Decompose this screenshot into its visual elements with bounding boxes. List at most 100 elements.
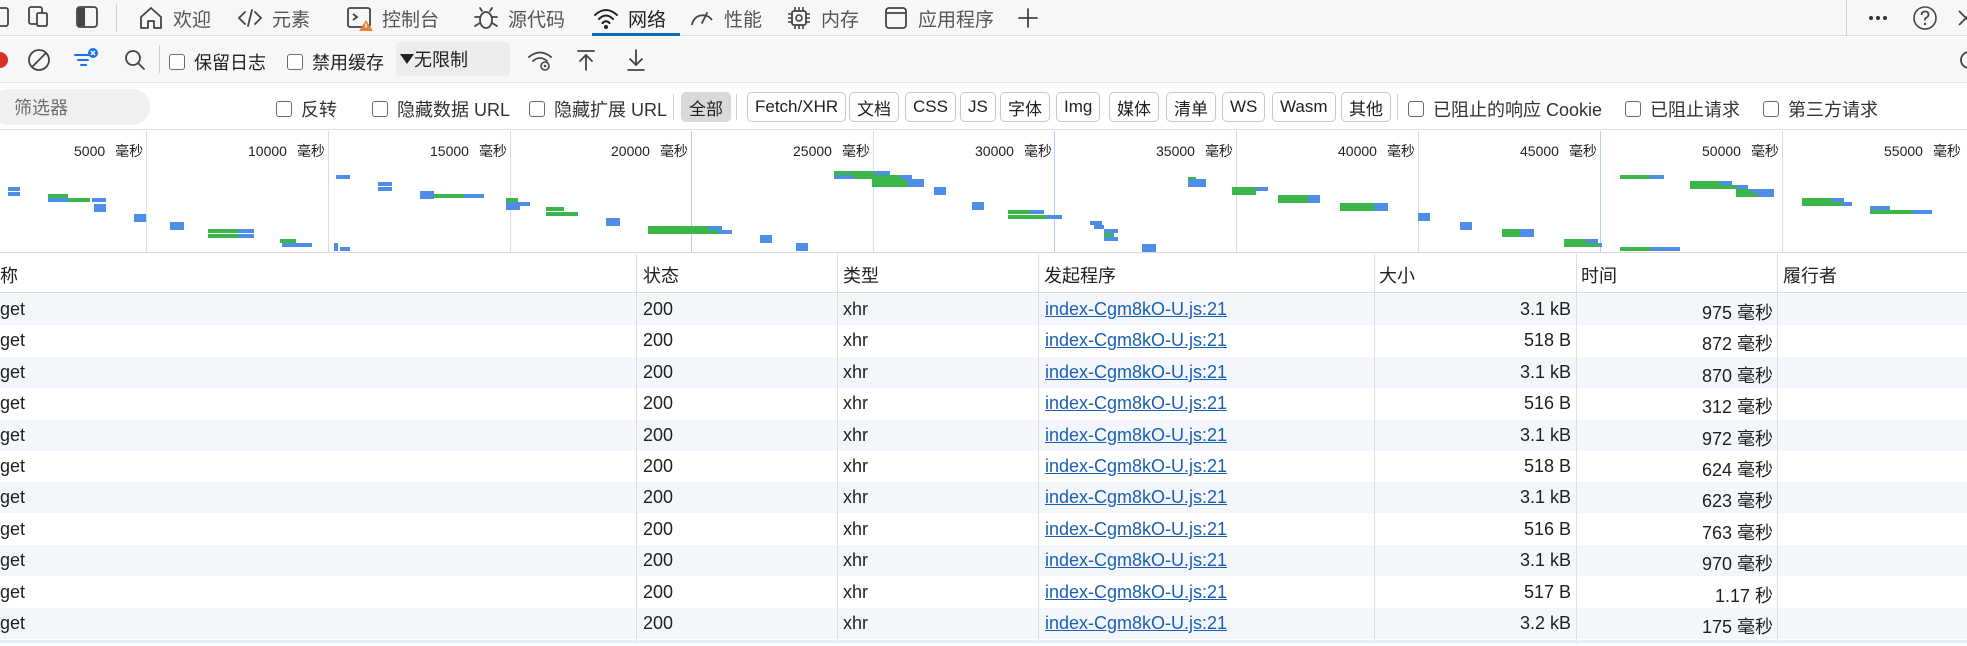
add-tab-icon[interactable] — [1014, 4, 1042, 32]
cell-initiator-link[interactable]: index-Cgm8kO-U.js:21 — [1045, 299, 1227, 320]
cell-initiator-link[interactable]: index-Cgm8kO-U.js:21 — [1045, 519, 1227, 540]
blocked-cookies-checkbox[interactable]: 已阻止的响应 Cookie — [1408, 96, 1602, 122]
cell-initiator-link[interactable]: index-Cgm8kO-U.js:21 — [1045, 550, 1227, 571]
tab-performance[interactable]: 性能 — [688, 0, 762, 36]
overview-gridline — [1782, 131, 1783, 252]
tab-sources[interactable]: 源代码 — [472, 0, 565, 36]
type-filter-other[interactable]: 其他 — [1341, 92, 1391, 122]
column-header-status[interactable]: 状态 — [643, 262, 679, 288]
column-divider[interactable] — [1777, 254, 1778, 644]
table-row[interactable]: get 200 xhr index-Cgm8kO-U.js:21 3.1 kB 970 毫… — [0, 545, 1967, 577]
checkbox-box[interactable] — [169, 54, 185, 70]
table-row[interactable]: get 200 xhr index-Cgm8kO-U.js:21 516 B 312 毫秒 — [0, 388, 1967, 419]
type-filter-doc[interactable]: 文档 — [849, 92, 899, 122]
network-overview-timeline[interactable]: 5000 毫秒 10000 毫秒 15000 毫秒 20000 毫秒 25000 毫秒 3… — [0, 131, 1967, 253]
search-icon[interactable] — [121, 46, 149, 74]
type-filter-js[interactable]: JS — [960, 92, 996, 122]
table-row[interactable]: get 200 xhr index-Cgm8kO-U.js:21 3.1 kB 972 毫… — [0, 419, 1967, 451]
tab-memory[interactable]: 内存 — [785, 0, 859, 36]
type-filter-wasm[interactable]: Wasm — [1272, 92, 1336, 122]
hide-extension-urls-checkbox[interactable]: 隐藏扩展 URL — [529, 96, 667, 122]
cell-initiator-link[interactable]: index-Cgm8kO-U.js:21 — [1045, 362, 1227, 383]
cell-initiator-link[interactable]: index-Cgm8kO-U.js:21 — [1045, 330, 1227, 351]
type-filter-manifest[interactable]: 清单 — [1166, 92, 1216, 122]
cell-name: get — [0, 330, 26, 351]
type-filter-css[interactable]: CSS — [905, 92, 956, 122]
cell-initiator-link[interactable]: index-Cgm8kO-U.js:21 — [1045, 456, 1227, 477]
cell-size: 518 B — [1523, 456, 1571, 476]
cell-initiator-link[interactable]: index-Cgm8kO-U.js:21 — [1045, 393, 1227, 414]
column-header-name[interactable]: 称 — [0, 262, 18, 288]
cell-initiator-link[interactable]: index-Cgm8kO-U.js:21 — [1045, 425, 1227, 446]
type-filter-fetch-xhr[interactable]: Fetch/XHR — [747, 92, 847, 122]
dock-side-icon[interactable] — [74, 4, 100, 30]
column-divider[interactable] — [837, 254, 838, 644]
table-row[interactable]: get 200 xhr index-Cgm8kO-U.js:21 3.1 kB 623 毫… — [0, 482, 1967, 514]
table-row[interactable]: get 200 xhr index-Cgm8kO-U.js:21 3.2 kB 175 毫… — [0, 608, 1967, 639]
cell-initiator-link[interactable]: index-Cgm8kO-U.js:21 — [1045, 487, 1227, 508]
table-row[interactable]: get 200 xhr index-Cgm8kO-U.js:21 518 B 872 毫秒 — [0, 325, 1967, 356]
disable-cache-checkbox[interactable]: 禁用缓存 — [287, 49, 384, 75]
export-har-icon[interactable] — [622, 46, 650, 74]
table-row[interactable]: get 200 xhr index-Cgm8kO-U.js:21 517 B 1.17 秒 — [0, 577, 1967, 608]
table-row[interactable]: get 200 xhr index-Cgm8kO-U.js:21 3.1 kB 870 毫… — [0, 356, 1967, 388]
checkbox-label: 保留日志 — [194, 53, 266, 73]
column-header-type[interactable]: 类型 — [843, 262, 879, 288]
type-filter-ws[interactable]: WS — [1222, 92, 1266, 122]
type-filter-media[interactable]: 媒体 — [1109, 92, 1159, 122]
filter-input[interactable]: 筛选器 — [0, 89, 150, 125]
checkbox-box[interactable] — [1763, 101, 1779, 117]
column-header-time[interactable]: 时间 — [1581, 262, 1617, 288]
column-header-size[interactable]: 大小 — [1379, 262, 1415, 288]
tab-application[interactable]: 应用程序 — [882, 0, 994, 36]
network-conditions-icon[interactable] — [526, 46, 554, 74]
checkbox-box[interactable] — [372, 101, 388, 117]
blocked-requests-checkbox[interactable]: 已阻止请求 — [1625, 96, 1740, 122]
import-har-icon[interactable] — [572, 46, 600, 74]
table-row[interactable]: get 200 xhr index-Cgm8kO-U.js:21 518 B 624 毫秒 — [0, 451, 1967, 482]
checkbox-box[interactable] — [287, 54, 303, 70]
overview-gridline — [691, 131, 692, 252]
checkbox-box[interactable] — [529, 101, 545, 117]
filter-toggle-icon[interactable] — [72, 46, 100, 74]
third-party-checkbox[interactable]: 第三方请求 — [1763, 96, 1878, 122]
column-header-initiator[interactable]: 发起程序 — [1044, 262, 1116, 288]
type-filter-font[interactable]: 字体 — [1000, 92, 1050, 122]
cell-initiator-link[interactable]: index-Cgm8kO-U.js:21 — [1045, 582, 1227, 603]
column-header-fulfilled-by[interactable]: 履行者 — [1783, 262, 1837, 288]
preserve-log-checkbox[interactable]: 保留日志 — [169, 49, 266, 75]
help-icon[interactable] — [1911, 4, 1939, 32]
tab-network[interactable]: 网络 — [592, 0, 680, 36]
cell-name: get — [0, 487, 26, 508]
clear-icon[interactable] — [25, 46, 53, 74]
checkbox-box[interactable] — [276, 101, 292, 117]
column-divider[interactable] — [636, 254, 637, 644]
record-icon[interactable] — [0, 46, 14, 74]
column-divider[interactable] — [1038, 254, 1039, 644]
throttling-select[interactable]: 无限制 — [396, 42, 510, 76]
type-filter-img[interactable]: Img — [1056, 92, 1101, 122]
checkbox-label: 隐藏数据 URL — [397, 100, 511, 120]
table-row[interactable]: get 200 xhr index-Cgm8kO-U.js:21 516 B 763 毫秒 — [0, 514, 1967, 545]
column-divider[interactable] — [1374, 254, 1375, 644]
device-emulation-icon[interactable] — [0, 4, 14, 30]
more-options-icon[interactable] — [1864, 4, 1892, 32]
network-settings-icon[interactable] — [1955, 46, 1967, 74]
table-row[interactable]: get 200 xhr index-Cgm8kO-U.js:21 3.1 kB 975 毫… — [0, 294, 1967, 325]
checkbox-box[interactable] — [1408, 101, 1424, 117]
close-icon[interactable] — [1952, 4, 1967, 32]
cell-initiator-link[interactable]: index-Cgm8kO-U.js:21 — [1045, 613, 1227, 634]
invert-checkbox[interactable]: 反转 — [276, 96, 337, 122]
tab-elements[interactable]: 元素 — [236, 0, 310, 36]
column-divider[interactable] — [1576, 254, 1577, 644]
tab-welcome[interactable]: 欢迎 — [137, 0, 211, 36]
inspect-element-icon[interactable] — [26, 4, 52, 30]
overview-bar — [1188, 183, 1206, 187]
overview-gridline — [873, 131, 874, 252]
overview-bar — [1374, 207, 1388, 211]
checkbox-box[interactable] — [1625, 101, 1641, 117]
type-filter-all[interactable]: 全部 — [681, 92, 731, 122]
overview-gridline — [146, 131, 147, 252]
tab-console[interactable]: 控制台 — [346, 0, 439, 36]
hide-data-urls-checkbox[interactable]: 隐藏数据 URL — [372, 96, 510, 122]
